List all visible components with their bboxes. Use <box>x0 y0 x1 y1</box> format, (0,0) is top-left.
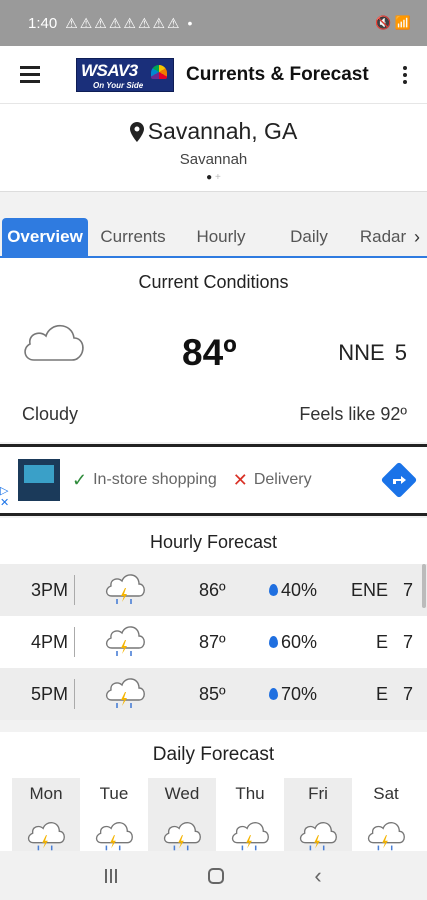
day-label: Mon <box>29 784 63 803</box>
hour-rain-chance: 40% <box>281 579 318 600</box>
hour-temperature: 86º <box>199 579 226 600</box>
hour-wind: E 7 <box>375 683 413 704</box>
hourly-forecast-title: Hourly Forecast <box>149 532 278 552</box>
status-bar: 1:40 ⚠⚠⚠⚠⚠⚠⚠⚠ • 🔇 📶 <box>0 0 427 46</box>
hour-time: 3PM <box>30 579 68 600</box>
tab-currents[interactable]: Currents <box>88 218 178 256</box>
tab-radar[interactable]: Radar <box>354 218 412 256</box>
x-mark-icon: ✕ <box>232 469 248 490</box>
recents-icon[interactable] <box>105 868 118 883</box>
tab-overview[interactable]: Overview <box>2 218 88 256</box>
current-conditions-card[interactable]: Current Conditions 84º NNE 5 Cloudy Feel… <box>0 258 427 442</box>
ad-thumbnail[interactable] <box>18 459 60 501</box>
ad-option-instore: In-store shopping <box>93 471 217 488</box>
scrollbar[interactable] <box>422 564 426 608</box>
system-icons: 🔇 📶 <box>375 15 411 30</box>
thunderstorm-icon <box>105 626 145 656</box>
daily-forecast-title: Daily Forecast <box>152 744 275 765</box>
feels-like-text: Feels like 92º <box>299 404 407 424</box>
ad-option-delivery: Delivery <box>253 471 312 488</box>
day-label: Fri <box>308 784 328 803</box>
day-label: Thu <box>235 784 265 803</box>
raindrop-icon <box>269 636 278 648</box>
raindrop-icon <box>269 584 278 596</box>
location-header[interactable]: Savannah, GA Savannah ● + <box>0 104 427 192</box>
menu-icon[interactable] <box>20 66 40 83</box>
checkmark-icon: ✓ <box>72 469 88 490</box>
nbc-peacock-icon <box>151 64 167 79</box>
more-options-icon[interactable] <box>403 65 407 84</box>
system-navigation-bar: ‹ <box>0 851 427 900</box>
hourly-forecast-section: Hourly Forecast 3PM 86º 40% ENE 7 4PM 87… <box>0 518 427 720</box>
hour-time: 5PM <box>30 683 68 704</box>
app-bar: WSAV3 On Your Side Currents & Forecast <box>0 46 427 104</box>
back-icon[interactable]: ‹ <box>314 863 321 889</box>
thunderstorm-icon <box>105 678 145 708</box>
home-icon[interactable] <box>207 867 224 884</box>
cloudy-icon <box>24 324 84 361</box>
tab-bar: Overview Currents Hourly Daily Radar › <box>0 218 427 258</box>
current-wind: NNE 5 <box>338 340 407 365</box>
ad-banner[interactable]: ✓ In-store shopping ✕ Delivery ▷ ✕ <box>0 444 427 516</box>
table-row[interactable]: 3PM 86º 40% ENE 7 <box>0 564 427 616</box>
tab-daily[interactable]: Daily <box>264 218 354 256</box>
thunderstorm-icon <box>105 574 145 604</box>
hour-temperature: 87º <box>199 631 226 652</box>
day-label: Sat <box>373 784 399 803</box>
hour-wind: E 7 <box>375 631 413 652</box>
day-label: Wed <box>164 784 200 803</box>
hour-rain-chance: 60% <box>281 631 318 652</box>
hour-temperature: 85º <box>199 683 226 704</box>
location-subtitle: Savannah <box>179 151 248 168</box>
hour-rain-chance: 70% <box>281 683 318 704</box>
location-city: Savannah, GA <box>147 118 298 144</box>
table-row[interactable]: 4PM 87º 60% E 7 <box>0 616 427 668</box>
current-condition-text: Cloudy <box>22 404 79 424</box>
raindrop-icon <box>269 688 278 700</box>
ad-choices-icon[interactable]: ▷ ✕ <box>0 485 9 509</box>
app-title: Currents & Forecast <box>186 63 369 85</box>
hour-time: 4PM <box>30 631 68 652</box>
day-label: Tue <box>99 784 129 803</box>
hour-wind: ENE 7 <box>350 579 413 600</box>
notification-icons: ⚠⚠⚠⚠⚠⚠⚠⚠ • <box>65 14 195 31</box>
logo-text: WSAV3 <box>81 60 138 80</box>
current-temperature: 84º <box>182 332 237 373</box>
location-pin-icon <box>129 121 144 142</box>
table-row[interactable]: 5PM 85º 70% E 7 <box>0 668 427 720</box>
logo-tagline: On Your Side <box>93 80 144 90</box>
page-indicator: ● + <box>206 172 221 183</box>
current-conditions-title: Current Conditions <box>138 272 289 292</box>
chevron-right-icon[interactable]: › <box>414 218 420 256</box>
directions-icon[interactable] <box>381 462 417 498</box>
station-logo: WSAV3 On Your Side <box>76 57 174 92</box>
status-time: 1:40 <box>28 14 58 32</box>
tab-hourly[interactable]: Hourly <box>178 218 264 256</box>
